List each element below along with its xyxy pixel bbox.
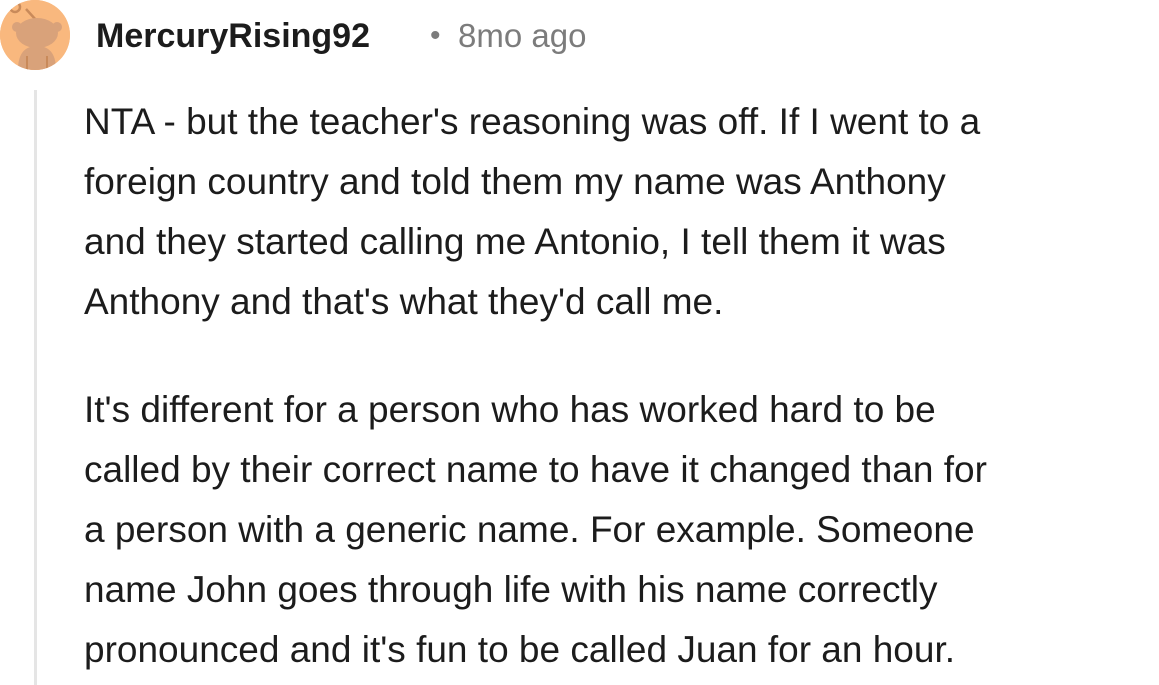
comment-text-line: It's different for a person who has work… <box>84 389 936 430</box>
comment-text-line: a person with a generic name. For exampl… <box>84 509 975 550</box>
timestamp: 8mo ago <box>458 17 587 54</box>
comment-text-line: NTA - but the teacher's reasoning was of… <box>84 101 981 142</box>
comment-text-line: Anthony and that's what they'd call me. <box>84 281 724 322</box>
comment-body: NTA - but the teacher's reasoning was of… <box>84 92 1159 680</box>
comment-text-line: and they started calling me Antonio, I t… <box>84 221 946 262</box>
comment-header: MercuryRising92 • 8mo ago <box>0 0 1159 72</box>
comment-text-line: called by their correct name to have it … <box>84 449 987 490</box>
thread-collapse-line[interactable] <box>34 90 37 685</box>
meta-separator: • <box>430 19 441 52</box>
comment-text-line: pronounced and it's fun to be called Jua… <box>84 629 956 670</box>
reddit-snoo-avatar-icon <box>0 0 70 70</box>
comment: MercuryRising92 • 8mo ago NTA - but the … <box>0 0 1159 685</box>
username-link[interactable]: MercuryRising92 <box>96 14 370 58</box>
comment-paragraph: It's different for a person who has work… <box>84 380 1159 680</box>
comment-text-line: name John goes through life with his nam… <box>84 569 938 610</box>
comment-text-line: foreign country and told them my name wa… <box>84 161 946 202</box>
avatar[interactable] <box>0 0 70 70</box>
comment-paragraph: NTA - but the teacher's reasoning was of… <box>84 92 1159 332</box>
